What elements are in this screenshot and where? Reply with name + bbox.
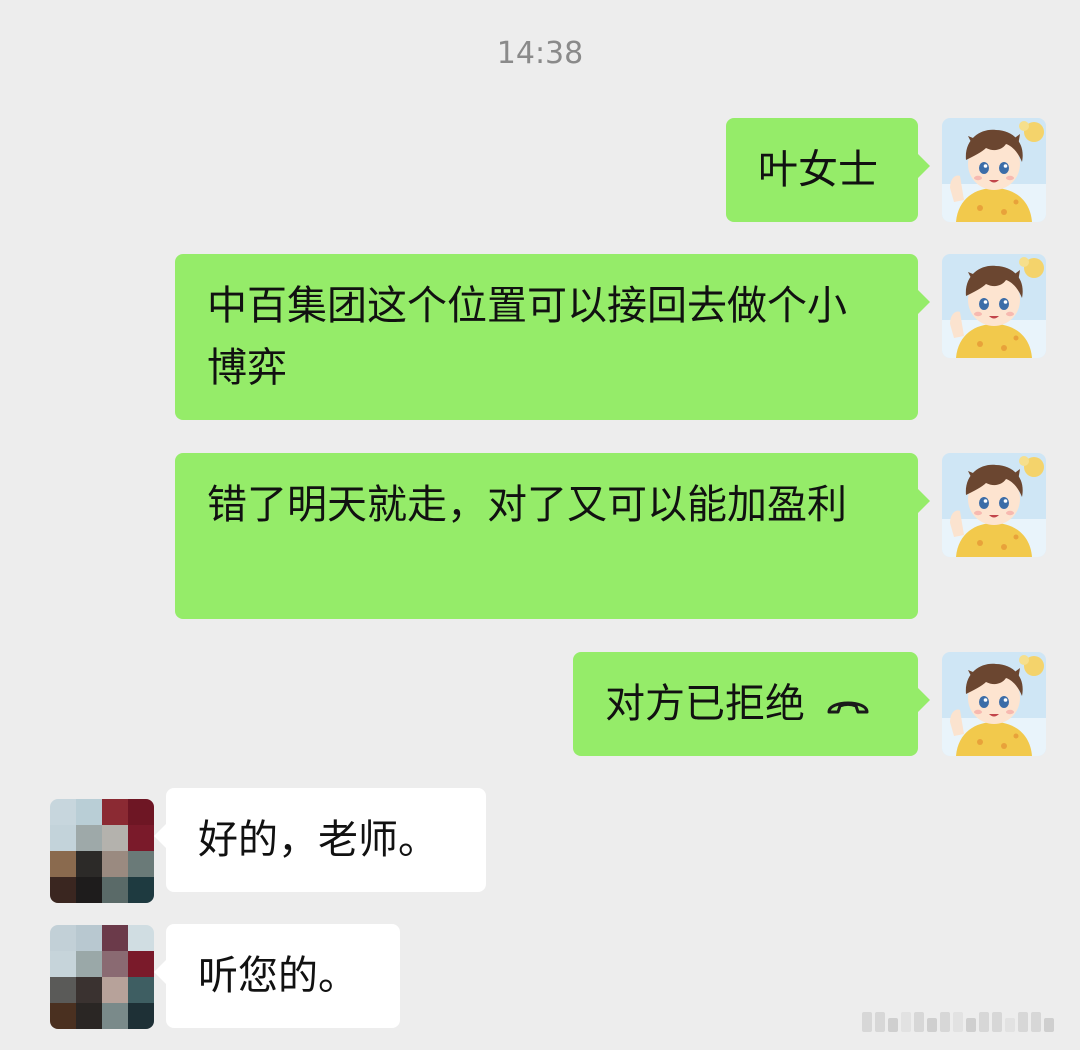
- bubble-tail: [154, 960, 166, 984]
- self-avatar[interactable]: [942, 254, 1046, 358]
- bubble-tail: [918, 290, 930, 314]
- call-status-text: 对方已拒绝: [605, 681, 805, 727]
- bubble-tail: [918, 688, 930, 712]
- message-text: 中百集团这个位置可以接回去做个小博弈: [207, 283, 847, 391]
- call-status-bubble[interactable]: 对方已拒绝: [573, 652, 930, 756]
- bubble-tail: [154, 824, 166, 848]
- message-text: 错了明天就走，对了又可以能加盈利: [207, 482, 847, 528]
- self-avatar[interactable]: [942, 118, 1046, 222]
- phone-hangup-icon: [825, 675, 871, 737]
- self-avatar[interactable]: [942, 652, 1046, 756]
- bubble-tail: [918, 154, 930, 178]
- message-bubble-sent[interactable]: 叶女士: [726, 118, 930, 222]
- message-bubble-received[interactable]: 好的，老师。: [154, 788, 486, 892]
- message-bubble-sent[interactable]: 错了明天就走，对了又可以能加盈利: [175, 453, 930, 619]
- contact-avatar[interactable]: [50, 799, 154, 903]
- contact-avatar[interactable]: [50, 925, 154, 1029]
- message-text: 好的，老师。: [198, 817, 438, 863]
- watermark-logo: [862, 1012, 1054, 1032]
- message-text: 叶女士: [758, 147, 878, 193]
- message-bubble-received[interactable]: 听您的。: [154, 924, 400, 1028]
- self-avatar[interactable]: [942, 453, 1046, 557]
- chat-timestamp: 14:38: [496, 36, 584, 71]
- message-text: 听您的。: [198, 953, 358, 999]
- bubble-tail: [918, 489, 930, 513]
- message-bubble-sent[interactable]: 中百集团这个位置可以接回去做个小博弈: [175, 254, 930, 420]
